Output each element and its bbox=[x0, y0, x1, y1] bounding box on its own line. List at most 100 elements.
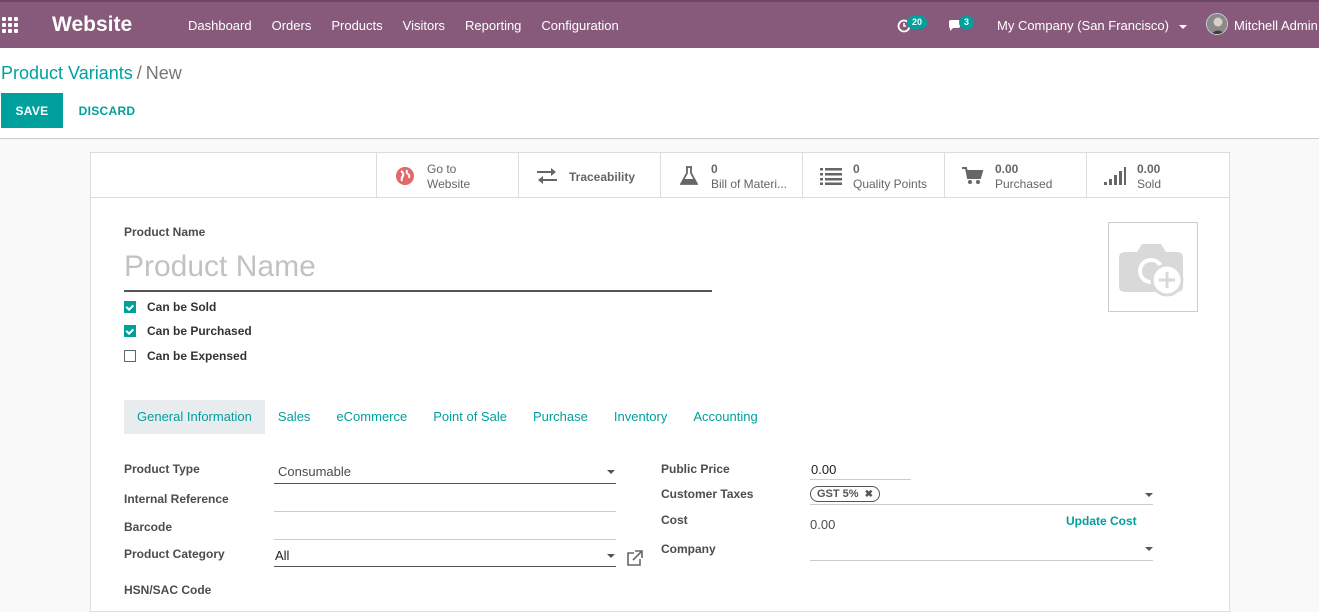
apps-menu-icon[interactable] bbox=[2, 17, 20, 33]
tab-ecommerce[interactable]: eCommerce bbox=[323, 400, 420, 434]
cost-label: Cost bbox=[661, 513, 688, 527]
person-icon bbox=[1207, 14, 1227, 34]
discard-button[interactable]: DISCARD bbox=[72, 93, 142, 128]
menu-products[interactable]: Products bbox=[331, 18, 382, 33]
can-be-sold-checkbox[interactable] bbox=[124, 301, 136, 313]
website-line2: Website bbox=[427, 177, 471, 191]
barcode-input[interactable] bbox=[274, 517, 616, 541]
customer-taxes-caret-icon[interactable] bbox=[1145, 493, 1153, 497]
traceability-button[interactable]: Traceability bbox=[518, 153, 660, 197]
can-be-purchased-checkbox[interactable] bbox=[124, 325, 136, 337]
menu-reporting[interactable]: Reporting bbox=[465, 18, 521, 33]
main-menu: Dashboard Orders Products Visitors Repor… bbox=[188, 18, 639, 33]
can-be-purchased-label: Can be Purchased bbox=[147, 324, 252, 338]
product-type-value: Consumable bbox=[278, 464, 351, 479]
caret-down-icon bbox=[1178, 24, 1187, 29]
quality-label: Quality Points bbox=[853, 177, 928, 191]
globe-icon bbox=[393, 166, 417, 186]
caret-down-icon bbox=[1145, 547, 1153, 551]
shopping-cart-icon bbox=[961, 166, 985, 186]
tab-purchase[interactable]: Purchase bbox=[520, 400, 601, 434]
company-label: Company bbox=[661, 542, 716, 556]
camera-add-icon bbox=[1119, 244, 1184, 297]
menu-configuration[interactable]: Configuration bbox=[541, 18, 618, 33]
bill-of-materials-button[interactable]: 0 Bill of Materi... bbox=[660, 153, 802, 197]
breadcrumb-parent[interactable]: Product Variants bbox=[1, 63, 133, 83]
can-be-purchased-row: Can be Purchased bbox=[124, 324, 252, 338]
menu-orders[interactable]: Orders bbox=[272, 18, 312, 33]
sold-label: Sold bbox=[1137, 177, 1162, 191]
public-price-underline bbox=[810, 479, 911, 480]
public-price-input[interactable]: 0.00 bbox=[810, 460, 911, 480]
top-navbar: Website Dashboard Orders Products Visito… bbox=[0, 0, 1319, 48]
signal-bars-icon bbox=[1103, 166, 1127, 186]
external-link-icon[interactable] bbox=[626, 550, 643, 567]
quality-points-button[interactable]: 0 Quality Points bbox=[802, 153, 944, 197]
tab-accounting[interactable]: Accounting bbox=[680, 400, 770, 434]
messages-button[interactable]: 3 bbox=[948, 16, 978, 34]
menu-dashboard[interactable]: Dashboard bbox=[188, 18, 252, 33]
quality-count: 0 bbox=[853, 162, 860, 176]
customer-taxes-label: Customer Taxes bbox=[661, 487, 754, 501]
product-type-select[interactable]: Consumable bbox=[274, 458, 616, 484]
update-cost-button[interactable]: Update Cost bbox=[1066, 514, 1137, 528]
user-avatar[interactable] bbox=[1206, 13, 1228, 35]
can-be-expensed-checkbox[interactable] bbox=[124, 350, 136, 362]
save-button[interactable]: SAVE bbox=[1, 93, 63, 128]
notebook-tabs: General Information Sales eCommerce Poin… bbox=[124, 400, 771, 434]
internal-reference-input[interactable] bbox=[274, 489, 616, 513]
activity-button[interactable]: 20 bbox=[897, 16, 928, 34]
caret-down-icon bbox=[607, 470, 615, 474]
public-price-value: 0.00 bbox=[811, 462, 837, 477]
product-category-underline bbox=[274, 566, 616, 567]
internal-reference-label: Internal Reference bbox=[124, 492, 229, 506]
website-line1: Go to bbox=[427, 162, 457, 176]
user-name[interactable]: Mitchell Admin bbox=[1234, 18, 1318, 33]
product-category-label: Product Category bbox=[124, 547, 225, 561]
list-icon bbox=[819, 166, 843, 186]
product-name-label: Product Name bbox=[124, 225, 206, 239]
form-sheet: Go to Website Traceability 0 Bill of Mat… bbox=[90, 152, 1230, 612]
flask-icon bbox=[677, 166, 701, 186]
customer-taxes-underline bbox=[810, 504, 1153, 505]
product-category-value: All bbox=[275, 548, 290, 563]
can-be-sold-row: Can be Sold bbox=[124, 300, 216, 314]
smart-button-box: Go to Website Traceability 0 Bill of Mat… bbox=[376, 153, 1228, 197]
tab-inventory[interactable]: Inventory bbox=[601, 400, 680, 434]
go-to-website-button[interactable]: Go to Website bbox=[376, 153, 518, 197]
sold-button[interactable]: 0.00 Sold bbox=[1086, 153, 1228, 197]
breadcrumb: Product Variants / New bbox=[1, 63, 182, 84]
breadcrumb-separator: / bbox=[136, 63, 142, 83]
bom-count: 0 bbox=[711, 162, 718, 176]
product-category-select[interactable]: All bbox=[274, 543, 616, 569]
barcode-underline bbox=[274, 539, 616, 540]
app-brand[interactable]: Website bbox=[52, 13, 132, 37]
product-type-label: Product Type bbox=[124, 462, 200, 476]
caret-down-icon bbox=[607, 554, 615, 558]
can-be-expensed-row: Can be Expensed bbox=[124, 349, 247, 363]
tab-sales[interactable]: Sales bbox=[265, 400, 324, 434]
menu-visitors[interactable]: Visitors bbox=[403, 18, 445, 33]
product-image-upload[interactable] bbox=[1108, 222, 1198, 312]
company-switcher[interactable]: My Company (San Francisco) bbox=[997, 18, 1187, 33]
hsn-sac-code-label: HSN/SAC Code bbox=[124, 583, 212, 597]
tax-tag-label: GST 5% bbox=[817, 488, 859, 500]
traceability-label: Traceability bbox=[569, 170, 636, 184]
bom-label: Bill of Materi... bbox=[711, 177, 788, 191]
tax-tag[interactable]: GST 5% ✖ bbox=[810, 486, 881, 502]
internal-reference-underline bbox=[274, 511, 616, 512]
company-select[interactable] bbox=[810, 539, 1153, 561]
tab-general-information[interactable]: General Information bbox=[124, 400, 265, 434]
tab-point-of-sale[interactable]: Point of Sale bbox=[420, 400, 520, 434]
product-name-input[interactable]: Product Name bbox=[124, 247, 712, 292]
company-underline bbox=[810, 560, 1153, 561]
company-name: My Company (San Francisco) bbox=[997, 18, 1169, 33]
product-type-underline bbox=[274, 483, 616, 484]
purchased-button[interactable]: 0.00 Purchased bbox=[944, 153, 1086, 197]
purchased-value: 0.00 bbox=[995, 162, 1019, 176]
button-box-divider bbox=[91, 197, 1229, 198]
public-price-label: Public Price bbox=[661, 462, 730, 476]
control-panel: Product Variants / New SAVE DISCARD bbox=[0, 48, 1319, 139]
remove-tag-icon[interactable]: ✖ bbox=[865, 489, 873, 500]
can-be-expensed-label: Can be Expensed bbox=[147, 349, 248, 363]
